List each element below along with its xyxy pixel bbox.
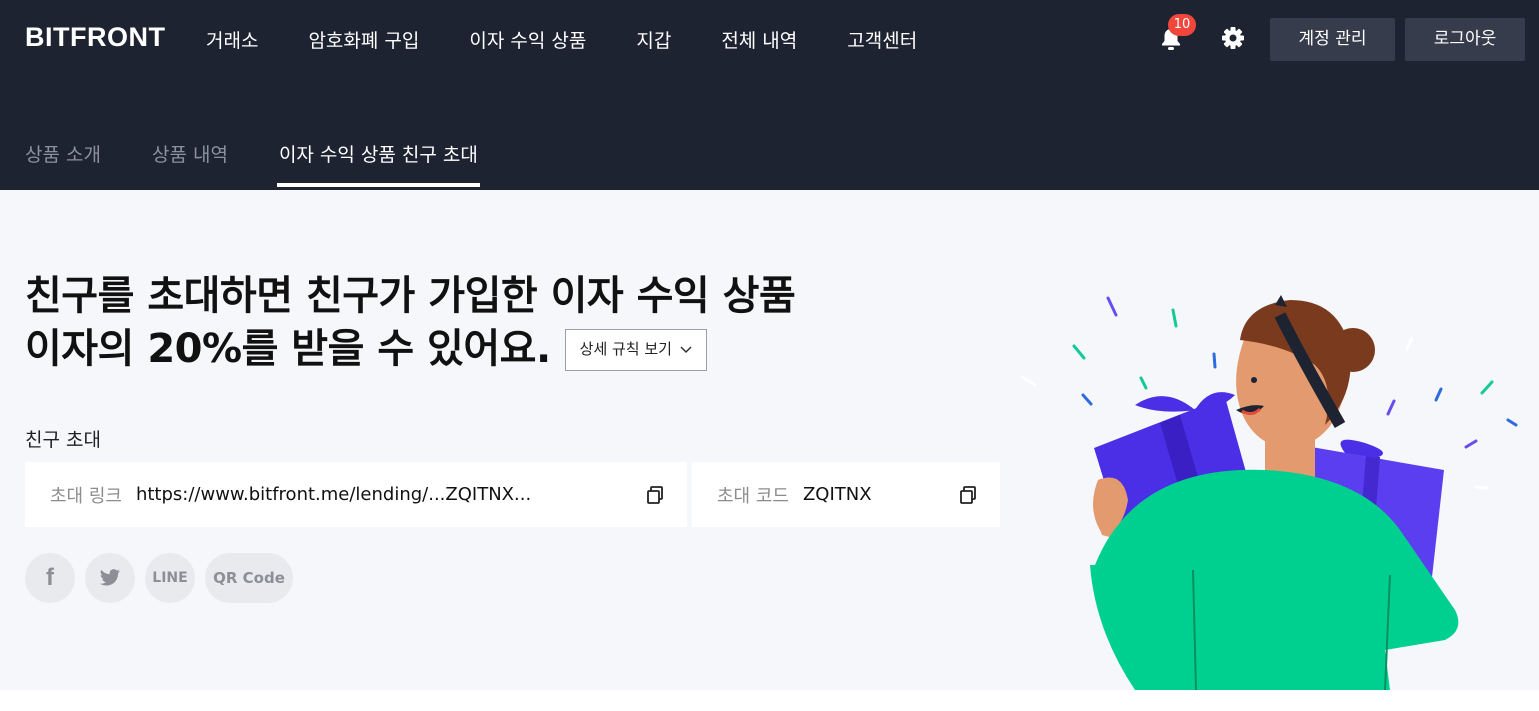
- footer-spacer: [0, 690, 1539, 711]
- logout-button[interactable]: 로그아웃: [1405, 18, 1525, 61]
- nav-support[interactable]: 고객센터: [847, 26, 917, 53]
- nav-exchange[interactable]: 거래소: [206, 26, 258, 53]
- nav-history[interactable]: 전체 내역: [721, 26, 797, 53]
- headline-line-2: 이자의 20%를 받을 수 있어요.: [25, 326, 551, 372]
- tab-product-intro[interactable]: 상품 소개: [25, 140, 101, 167]
- invite-code-field: 초대 코드 ZQITNX: [692, 462, 1000, 527]
- nav-lending[interactable]: 이자 수익 상품: [469, 26, 586, 53]
- gear-icon[interactable]: [1220, 25, 1246, 51]
- copy-icon[interactable]: [958, 485, 978, 505]
- rules-dropdown-button[interactable]: 상세 규칙 보기: [564, 328, 707, 371]
- tab-invite-friends[interactable]: 이자 수익 상품 친구 초대: [276, 140, 480, 187]
- tab-product-history[interactable]: 상품 내역: [152, 140, 228, 167]
- account-settings-button[interactable]: 계정 관리: [1270, 18, 1395, 61]
- page-headline: 친구를 초대하면 친구가 가입한 이자 수익 상품 이자의 20%를 받을 수 …: [25, 270, 796, 376]
- headline-line-1: 친구를 초대하면 친구가 가입한 이자 수익 상품: [25, 273, 796, 319]
- invite-section-title: 친구 초대: [25, 429, 101, 451]
- share-facebook-button[interactable]: f: [25, 553, 75, 603]
- invite-code-value: ZQITNX: [802, 484, 872, 505]
- nav-buy-crypto[interactable]: 암호화폐 구입: [308, 26, 419, 53]
- share-line-button[interactable]: LINE: [145, 553, 195, 603]
- invite-link-field: 초대 링크 https://www.bitfront.me/lending/..…: [25, 462, 687, 527]
- sub-nav: 상품 소개 상품 내역 이자 수익 상품 친구 초대: [25, 140, 529, 187]
- invite-link-label: 초대 링크: [50, 485, 122, 507]
- copy-icon[interactable]: [645, 485, 665, 505]
- notification-badge: 10: [1168, 14, 1196, 36]
- top-header: BITFRONT 거래소 암호화폐 구입 이자 수익 상품 지갑 전체 내역 고…: [0, 0, 1539, 190]
- rules-button-label: 상세 규칙 보기: [579, 340, 672, 358]
- invite-code-label: 초대 코드: [717, 485, 789, 507]
- facebook-icon: f: [46, 564, 54, 591]
- twitter-icon: [99, 569, 120, 586]
- bitfront-logo[interactable]: BITFRONT: [25, 22, 165, 53]
- share-qr-code-button[interactable]: QR Code: [205, 553, 293, 603]
- gift-illustration: [1020, 295, 1518, 690]
- chevron-down-icon: [680, 345, 692, 353]
- share-twitter-button[interactable]: [85, 553, 135, 603]
- invite-link-value: https://www.bitfront.me/lending/...ZQITN…: [135, 484, 532, 505]
- nav-wallet[interactable]: 지갑: [636, 26, 671, 53]
- main-nav: 거래소 암호화폐 구입 이자 수익 상품 지갑 전체 내역 고객센터: [206, 26, 967, 53]
